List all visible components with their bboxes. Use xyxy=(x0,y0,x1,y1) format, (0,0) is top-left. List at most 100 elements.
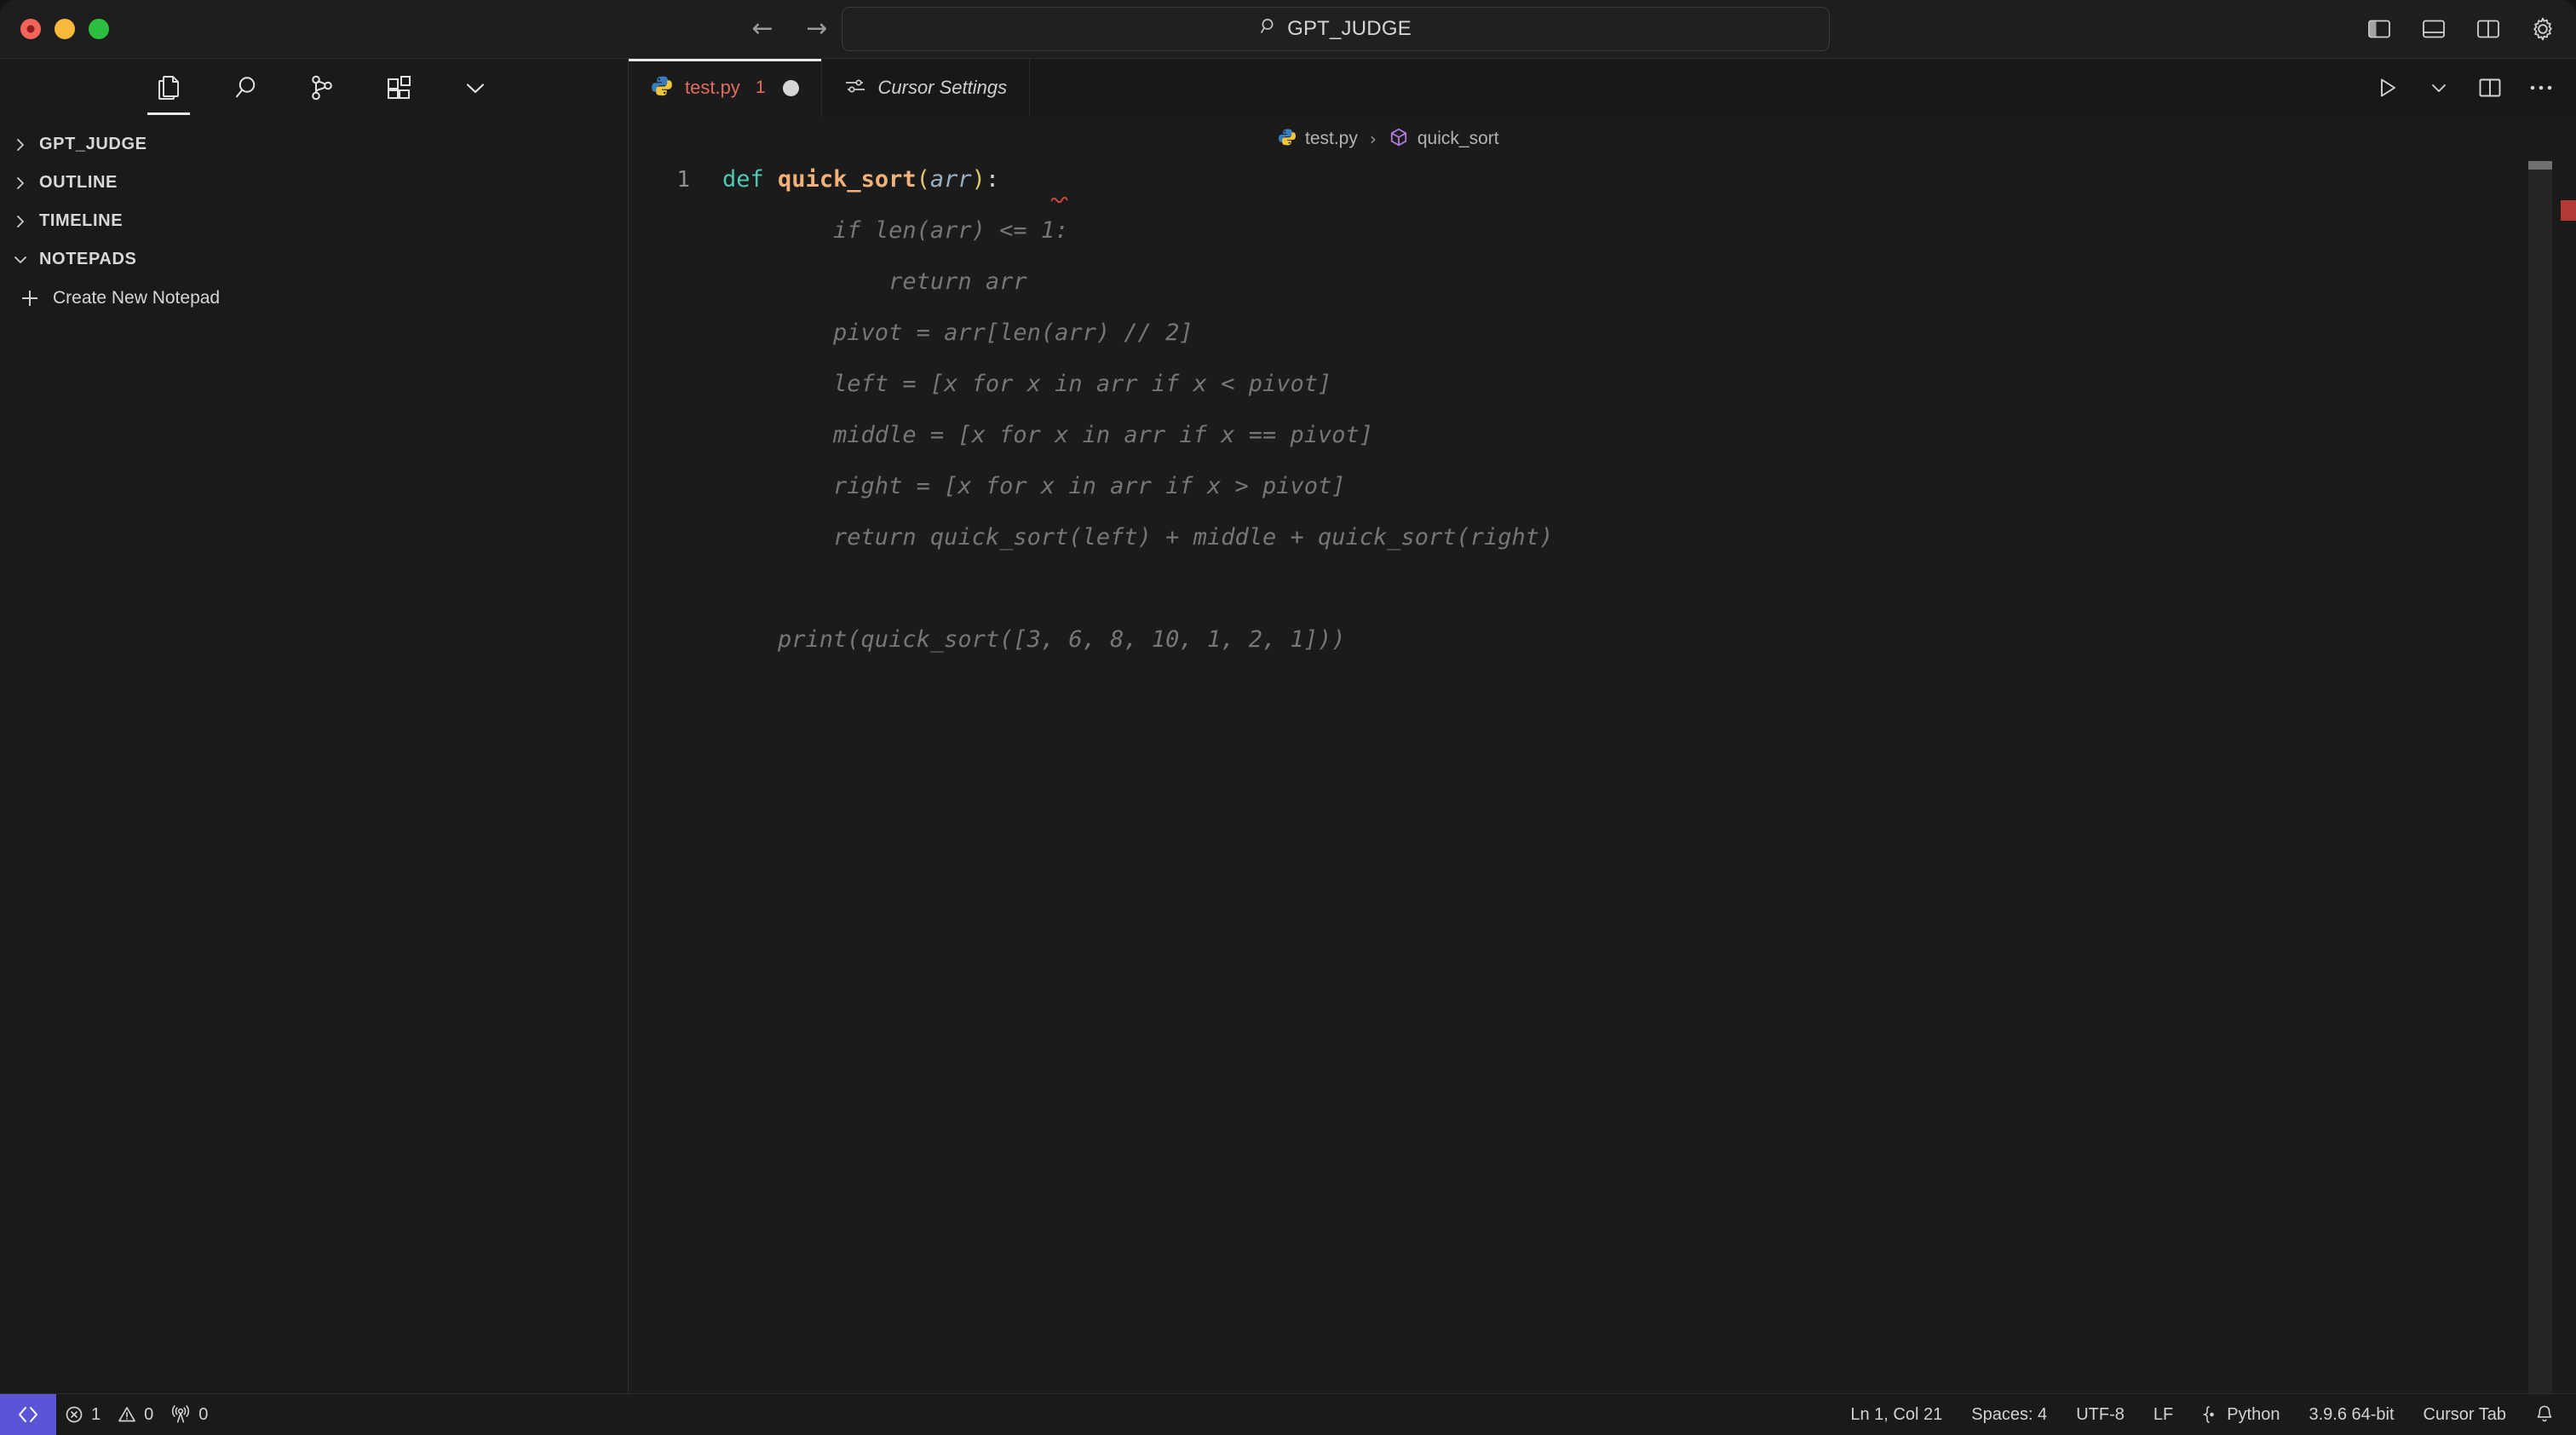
sliders-icon xyxy=(844,77,866,100)
editor-overview-ruler[interactable] xyxy=(2552,161,2576,1393)
status-indentation[interactable]: Spaces: 4 xyxy=(1957,1394,2061,1435)
chevron-down-icon[interactable] xyxy=(2424,73,2453,102)
explorer-tree: GPT_JUDGE OUTLINE TIMELINE NOTEPADS Crea… xyxy=(0,117,628,1393)
code-editor[interactable]: 1 def quick_sort(arr): if len(arr) <= 1:… xyxy=(629,161,2576,1393)
ghost-text: middle = [x for x in arr if x == pivot] xyxy=(722,422,1374,448)
status-language-label: Python xyxy=(2227,1404,2280,1424)
token-open-paren: ( xyxy=(916,166,930,193)
activitybar-item-more[interactable] xyxy=(453,61,497,115)
status-ports[interactable]: 0 xyxy=(162,1394,216,1435)
braces-icon xyxy=(2202,1405,2219,1424)
sidebar-section-label: GPT_JUDGE xyxy=(39,135,147,153)
editor-vertical-scrollbar[interactable] xyxy=(2528,161,2552,1393)
sidebar-section-timeline[interactable]: TIMELINE xyxy=(0,202,628,240)
ghost-text: left = [x for x in arr if x < pivot] xyxy=(722,371,1332,397)
sidebar-section-outline[interactable]: OUTLINE xyxy=(0,164,628,202)
status-eol[interactable]: LF xyxy=(2139,1394,2188,1435)
split-editor-right-icon[interactable] xyxy=(2475,73,2504,102)
symbol-method-icon xyxy=(1389,127,1409,152)
run-python-file-icon[interactable] xyxy=(2373,73,2402,102)
titlebar-actions xyxy=(2365,14,2557,43)
editor-tab-bar: test.py 1 Cursor Settings xyxy=(629,59,2576,117)
python-icon xyxy=(651,75,673,101)
code-line-1: 1 def quick_sort(arr): xyxy=(629,166,2576,217)
maximize-window-button[interactable] xyxy=(89,19,109,39)
create-new-notepad-label: Create New Notepad xyxy=(53,288,221,308)
status-notifications[interactable] xyxy=(2521,1394,2576,1435)
go-back-icon[interactable]: ← xyxy=(750,16,775,42)
minimize-window-button[interactable] xyxy=(55,19,75,39)
code-line-ghost: return arr xyxy=(629,268,2576,320)
status-cursor-tab[interactable]: Cursor Tab xyxy=(2409,1394,2521,1435)
go-forward-icon[interactable]: → xyxy=(804,16,830,42)
ghost-text: if len(arr) <= 1: xyxy=(722,217,1069,244)
scrollbar-thumb[interactable] xyxy=(2528,161,2552,170)
code-line-content: def quick_sort(arr): xyxy=(722,166,1068,204)
status-cursor-position[interactable]: Ln 1, Col 21 xyxy=(1836,1394,1957,1435)
warning-triangle-icon xyxy=(118,1405,136,1424)
tab-dirty-indicator[interactable] xyxy=(782,79,799,96)
token-function-name: quick_sort xyxy=(778,166,917,193)
status-encoding[interactable]: UTF-8 xyxy=(2061,1394,2139,1435)
sidebar-section-label: OUTLINE xyxy=(39,173,118,192)
tab-test-py[interactable]: test.py 1 xyxy=(629,59,822,117)
search-icon xyxy=(1260,17,1279,39)
breadcrumb-symbol[interactable]: quick_sort xyxy=(1417,129,1499,149)
chevron-down-icon xyxy=(466,84,484,94)
code-lines: 1 def quick_sort(arr): if len(arr) <= 1:… xyxy=(629,161,2576,677)
ghost-text: pivot = arr[len(arr) // 2] xyxy=(722,320,1193,346)
status-bar-right: Ln 1, Col 21 Spaces: 4 UTF-8 LF Python 3… xyxy=(1836,1394,2576,1435)
more-actions-icon[interactable] xyxy=(2527,73,2556,102)
tab-label: Cursor Settings xyxy=(877,77,1008,98)
tab-error-badge: 1 xyxy=(755,78,766,97)
chevron-right-icon xyxy=(9,171,32,195)
plus-icon xyxy=(19,287,41,309)
sidebar-section-label: NOTEPADS xyxy=(39,250,137,268)
error-circle-icon xyxy=(65,1405,83,1424)
status-python-interpreter[interactable]: 3.9.6 64-bit xyxy=(2294,1394,2408,1435)
code-line-ghost: if len(arr) <= 1: xyxy=(629,217,2576,268)
toggle-primary-sidebar-icon[interactable] xyxy=(2365,14,2394,43)
sidebar-section-gpt-judge[interactable]: GPT_JUDGE xyxy=(0,125,628,164)
code-line-ghost: right = [x for x in arr if x > pivot] xyxy=(629,473,2576,524)
breadcrumb: test.py › quick_sort xyxy=(629,117,2576,161)
remote-window-indicator[interactable] xyxy=(0,1394,56,1435)
status-warnings[interactable]: 0 xyxy=(109,1394,162,1435)
status-errors[interactable]: 1 xyxy=(56,1394,109,1435)
workbench-body: GPT_JUDGE OUTLINE TIMELINE NOTEPADS Crea… xyxy=(0,59,2576,1393)
code-line-ghost: print(quick_sort([3, 6, 8, 10, 1, 2, 1])… xyxy=(629,626,2576,677)
activitybar-item-extensions[interactable] xyxy=(377,61,421,115)
ghost-text: print(quick_sort([3, 6, 8, 10, 1, 2, 1])… xyxy=(722,626,1346,653)
status-bar-left: 1 0 0 xyxy=(0,1394,216,1435)
status-warnings-count: 0 xyxy=(144,1404,154,1424)
status-bar: 1 0 0 Ln 1, Col 21 Spaces: 4 UTF-8 LF Py… xyxy=(0,1393,2576,1435)
create-new-notepad-button[interactable]: Create New Notepad xyxy=(0,279,628,318)
toggle-panel-icon[interactable] xyxy=(2419,14,2448,43)
activitybar-item-explorer[interactable] xyxy=(147,61,191,115)
breadcrumb-file[interactable]: test.py xyxy=(1305,129,1358,149)
command-center-search[interactable]: GPT_JUDGE xyxy=(842,7,1830,51)
tab-cursor-settings[interactable]: Cursor Settings xyxy=(822,59,1031,117)
close-window-button[interactable] xyxy=(20,19,41,39)
radio-tower-icon xyxy=(170,1405,191,1424)
toggle-secondary-sidebar-icon[interactable] xyxy=(2474,14,2503,43)
explorer-icon xyxy=(158,76,179,100)
editor-toolbar xyxy=(2373,59,2556,117)
code-line-ghost: pivot = arr[len(arr) // 2] xyxy=(629,320,2576,371)
status-errors-count: 1 xyxy=(91,1404,101,1424)
activitybar-item-search[interactable] xyxy=(223,61,267,115)
tab-label: test.py xyxy=(685,77,740,98)
python-icon xyxy=(1278,128,1297,151)
primary-sidebar: GPT_JUDGE OUTLINE TIMELINE NOTEPADS Crea… xyxy=(0,59,629,1393)
token-close-paren: ) xyxy=(971,166,986,193)
status-language-mode[interactable]: Python xyxy=(2188,1394,2294,1435)
sidebar-section-notepads[interactable]: NOTEPADS xyxy=(0,240,628,279)
error-squiggle-icon xyxy=(1051,196,1068,204)
window-traffic-lights xyxy=(0,19,140,39)
activitybar-item-source-control[interactable] xyxy=(300,61,344,115)
settings-gear-icon[interactable] xyxy=(2528,14,2557,43)
bell-icon xyxy=(2535,1404,2554,1425)
ghost-text: return arr xyxy=(722,268,1027,295)
breadcrumb-separator: › xyxy=(1369,129,1377,149)
extensions-icon xyxy=(387,76,411,99)
